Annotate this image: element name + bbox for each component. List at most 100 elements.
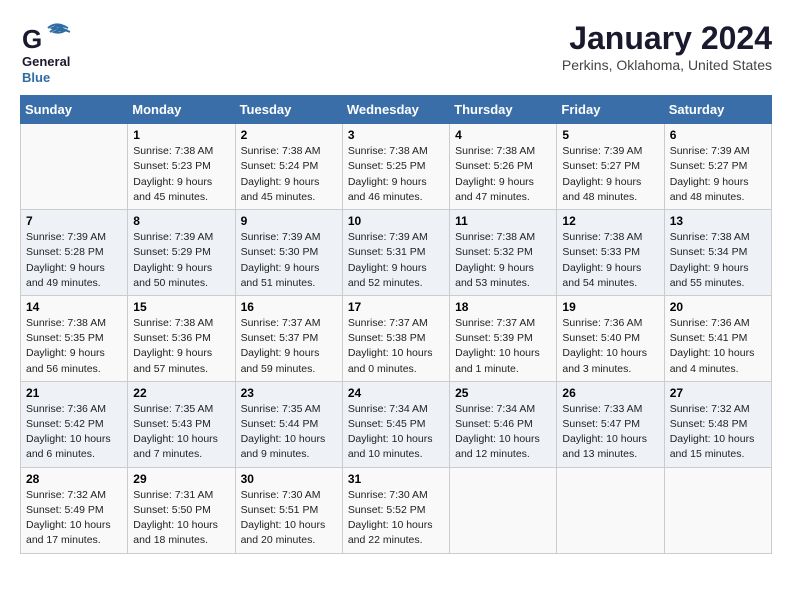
calendar-cell: 18 Sunrise: 7:37 AMSunset: 5:39 PMDayligh… [450,295,557,381]
day-info: Sunrise: 7:36 AMSunset: 5:41 PMDaylight:… [670,316,766,377]
day-info: Sunrise: 7:33 AMSunset: 5:47 PMDaylight:… [562,402,658,463]
calendar-cell: 4 Sunrise: 7:38 AMSunset: 5:26 PMDaylight… [450,124,557,210]
day-number: 10 [348,214,444,228]
weekday-header: Saturday [664,96,771,124]
day-info: Sunrise: 7:38 AMSunset: 5:26 PMDaylight:… [455,144,551,205]
calendar-cell: 21Sunrise: 7:36 AMSunset: 5:42 PMDayligh… [21,381,128,467]
day-number: 2 [241,128,337,142]
calendar-cell: 13 Sunrise: 7:38 AMSunset: 5:34 PMDayligh… [664,210,771,296]
day-info: Sunrise: 7:38 AMSunset: 5:25 PMDaylight:… [348,144,444,205]
calendar-cell: 15 Sunrise: 7:38 AMSunset: 5:36 PMDayligh… [128,295,235,381]
day-info: Sunrise: 7:34 AMSunset: 5:45 PMDaylight:… [348,402,444,463]
calendar-cell: 7 Sunrise: 7:39 AMSunset: 5:28 PMDaylight… [21,210,128,296]
calendar-cell: 28Sunrise: 7:32 AMSunset: 5:49 PMDayligh… [21,467,128,553]
day-info: Sunrise: 7:36 AMSunset: 5:40 PMDaylight:… [562,316,658,377]
calendar-cell [664,467,771,553]
day-number: 7 [26,214,122,228]
calendar-cell: 6 Sunrise: 7:39 AMSunset: 5:27 PMDaylight… [664,124,771,210]
calendar-cell: 2 Sunrise: 7:38 AMSunset: 5:24 PMDaylight… [235,124,342,210]
page-subtitle: Perkins, Oklahoma, United States [562,57,772,73]
calendar-cell: 22Sunrise: 7:35 AMSunset: 5:43 PMDayligh… [128,381,235,467]
calendar-cell: 8 Sunrise: 7:39 AMSunset: 5:29 PMDaylight… [128,210,235,296]
day-info: Sunrise: 7:30 AMSunset: 5:51 PMDaylight:… [241,488,337,549]
day-info: Sunrise: 7:38 AMSunset: 5:36 PMDaylight:… [133,316,229,377]
day-number: 25 [455,386,551,400]
calendar-cell: 16Sunrise: 7:37 AMSunset: 5:37 PMDayligh… [235,295,342,381]
day-number: 9 [241,214,337,228]
day-number: 6 [670,128,766,142]
title-block: January 2024 Perkins, Oklahoma, United S… [562,20,772,73]
day-info: Sunrise: 7:39 AMSunset: 5:27 PMDaylight:… [670,144,766,205]
day-info: Sunrise: 7:38 AMSunset: 5:23 PMDaylight:… [133,144,229,205]
day-info: Sunrise: 7:37 AMSunset: 5:37 PMDaylight:… [241,316,337,377]
calendar-table: SundayMondayTuesdayWednesdayThursdayFrid… [20,95,772,553]
day-number: 8 [133,214,229,228]
day-number: 23 [241,386,337,400]
day-info: Sunrise: 7:32 AMSunset: 5:48 PMDaylight:… [670,402,766,463]
day-number: 31 [348,472,444,486]
day-number: 24 [348,386,444,400]
calendar-cell: 19 Sunrise: 7:36 AMSunset: 5:40 PMDayligh… [557,295,664,381]
day-number: 1 [133,128,229,142]
day-number: 30 [241,472,337,486]
day-info: Sunrise: 7:38 AMSunset: 5:32 PMDaylight:… [455,230,551,291]
day-number: 19 [562,300,658,314]
day-number: 12 [562,214,658,228]
day-number: 4 [455,128,551,142]
weekday-header: Monday [128,96,235,124]
logo: G General Blue [20,20,70,85]
day-number: 29 [133,472,229,486]
day-info: Sunrise: 7:39 AMSunset: 5:30 PMDaylight:… [241,230,337,291]
calendar-cell: 1 Sunrise: 7:38 AMSunset: 5:23 PMDaylight… [128,124,235,210]
day-info: Sunrise: 7:34 AMSunset: 5:46 PMDaylight:… [455,402,551,463]
day-info: Sunrise: 7:38 AMSunset: 5:24 PMDaylight:… [241,144,337,205]
day-number: 3 [348,128,444,142]
calendar-cell: 30 Sunrise: 7:30 AMSunset: 5:51 PMDayligh… [235,467,342,553]
calendar-cell [450,467,557,553]
day-info: Sunrise: 7:38 AMSunset: 5:34 PMDaylight:… [670,230,766,291]
calendar-cell: 11 Sunrise: 7:38 AMSunset: 5:32 PMDayligh… [450,210,557,296]
day-number: 28 [26,472,122,486]
weekday-header: Friday [557,96,664,124]
day-number: 13 [670,214,766,228]
day-number: 20 [670,300,766,314]
calendar-cell: 26 Sunrise: 7:33 AMSunset: 5:47 PMDayligh… [557,381,664,467]
calendar-cell [21,124,128,210]
calendar-cell: 29 Sunrise: 7:31 AMSunset: 5:50 PMDayligh… [128,467,235,553]
logo-blue-text: Blue [22,70,70,86]
day-info: Sunrise: 7:37 AMSunset: 5:38 PMDaylight:… [348,316,444,377]
day-info: Sunrise: 7:35 AMSunset: 5:44 PMDaylight:… [241,402,337,463]
calendar-cell: 12 Sunrise: 7:38 AMSunset: 5:33 PMDayligh… [557,210,664,296]
day-info: Sunrise: 7:39 AMSunset: 5:29 PMDaylight:… [133,230,229,291]
weekday-header: Thursday [450,96,557,124]
day-info: Sunrise: 7:39 AMSunset: 5:28 PMDaylight:… [26,230,122,291]
day-number: 11 [455,214,551,228]
day-number: 15 [133,300,229,314]
day-info: Sunrise: 7:31 AMSunset: 5:50 PMDaylight:… [133,488,229,549]
day-number: 26 [562,386,658,400]
day-info: Sunrise: 7:35 AMSunset: 5:43 PMDaylight:… [133,402,229,463]
day-number: 5 [562,128,658,142]
day-info: Sunrise: 7:30 AMSunset: 5:52 PMDaylight:… [348,488,444,549]
calendar-cell: 9 Sunrise: 7:39 AMSunset: 5:30 PMDaylight… [235,210,342,296]
logo-general-text: General [22,54,70,70]
calendar-cell: 3 Sunrise: 7:38 AMSunset: 5:25 PMDaylight… [342,124,449,210]
day-info: Sunrise: 7:39 AMSunset: 5:27 PMDaylight:… [562,144,658,205]
svg-text:G: G [22,24,42,54]
calendar-cell [557,467,664,553]
page-title: January 2024 [562,20,772,57]
calendar-cell: 25 Sunrise: 7:34 AMSunset: 5:46 PMDayligh… [450,381,557,467]
day-number: 27 [670,386,766,400]
day-info: Sunrise: 7:36 AMSunset: 5:42 PMDaylight:… [26,402,122,463]
calendar-cell: 20 Sunrise: 7:36 AMSunset: 5:41 PMDayligh… [664,295,771,381]
day-info: Sunrise: 7:37 AMSunset: 5:39 PMDaylight:… [455,316,551,377]
calendar-cell: 14Sunrise: 7:38 AMSunset: 5:35 PMDayligh… [21,295,128,381]
calendar-cell: 17Sunrise: 7:37 AMSunset: 5:38 PMDayligh… [342,295,449,381]
calendar-cell: 27 Sunrise: 7:32 AMSunset: 5:48 PMDayligh… [664,381,771,467]
day-number: 14 [26,300,122,314]
page-header: G General Blue January 2024 Perkins, Okl… [20,20,772,85]
calendar-cell: 10Sunrise: 7:39 AMSunset: 5:31 PMDayligh… [342,210,449,296]
calendar-cell: 5 Sunrise: 7:39 AMSunset: 5:27 PMDaylight… [557,124,664,210]
day-number: 18 [455,300,551,314]
day-info: Sunrise: 7:38 AMSunset: 5:33 PMDaylight:… [562,230,658,291]
